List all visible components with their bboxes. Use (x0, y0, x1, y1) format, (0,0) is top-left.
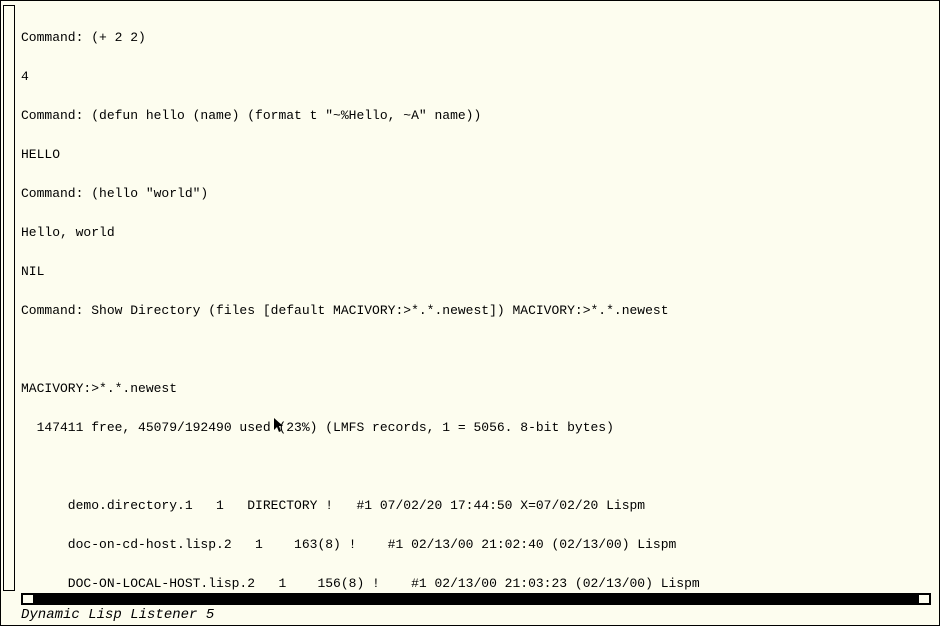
terminal-line: NIL (21, 265, 931, 278)
scrollbar-thumb-right[interactable] (919, 595, 929, 603)
terminal-line: Hello, world (21, 226, 931, 239)
terminal-output[interactable]: Command: (+ 2 2) 4 Command: (defun hello… (21, 5, 931, 591)
terminal-line: 4 (21, 70, 931, 83)
scrollbar-thumb-left[interactable] (23, 595, 33, 603)
terminal-line: 147411 free, 45079/192490 used (23%) (LM… (21, 421, 931, 434)
terminal-line: DOC-ON-LOCAL-HOST.lisp.2 1 156(8) ! #1 0… (21, 577, 931, 590)
vertical-scrollbar[interactable] (3, 5, 15, 591)
terminal-line: MACIVORY:>*.*.newest (21, 382, 931, 395)
terminal-line: Command: (+ 2 2) (21, 31, 931, 44)
terminal-line: Command: (defun hello (name) (format t "… (21, 109, 931, 122)
horizontal-scrollbar[interactable] (21, 593, 931, 605)
terminal-line: doc-on-cd-host.lisp.2 1 163(8) ! #1 02/1… (21, 538, 931, 551)
terminal-line: Command: (hello "world") (21, 187, 931, 200)
terminal-line: Command: Show Directory (files [default … (21, 304, 931, 317)
lisp-listener-window: Command: (+ 2 2) 4 Command: (defun hello… (0, 0, 940, 626)
terminal-line: demo.directory.1 1 DIRECTORY ! #1 07/02/… (21, 499, 931, 512)
terminal-line (21, 460, 931, 473)
terminal-line: HELLO (21, 148, 931, 161)
status-line: Dynamic Lisp Listener 5 (21, 607, 931, 623)
terminal-line (21, 343, 931, 356)
